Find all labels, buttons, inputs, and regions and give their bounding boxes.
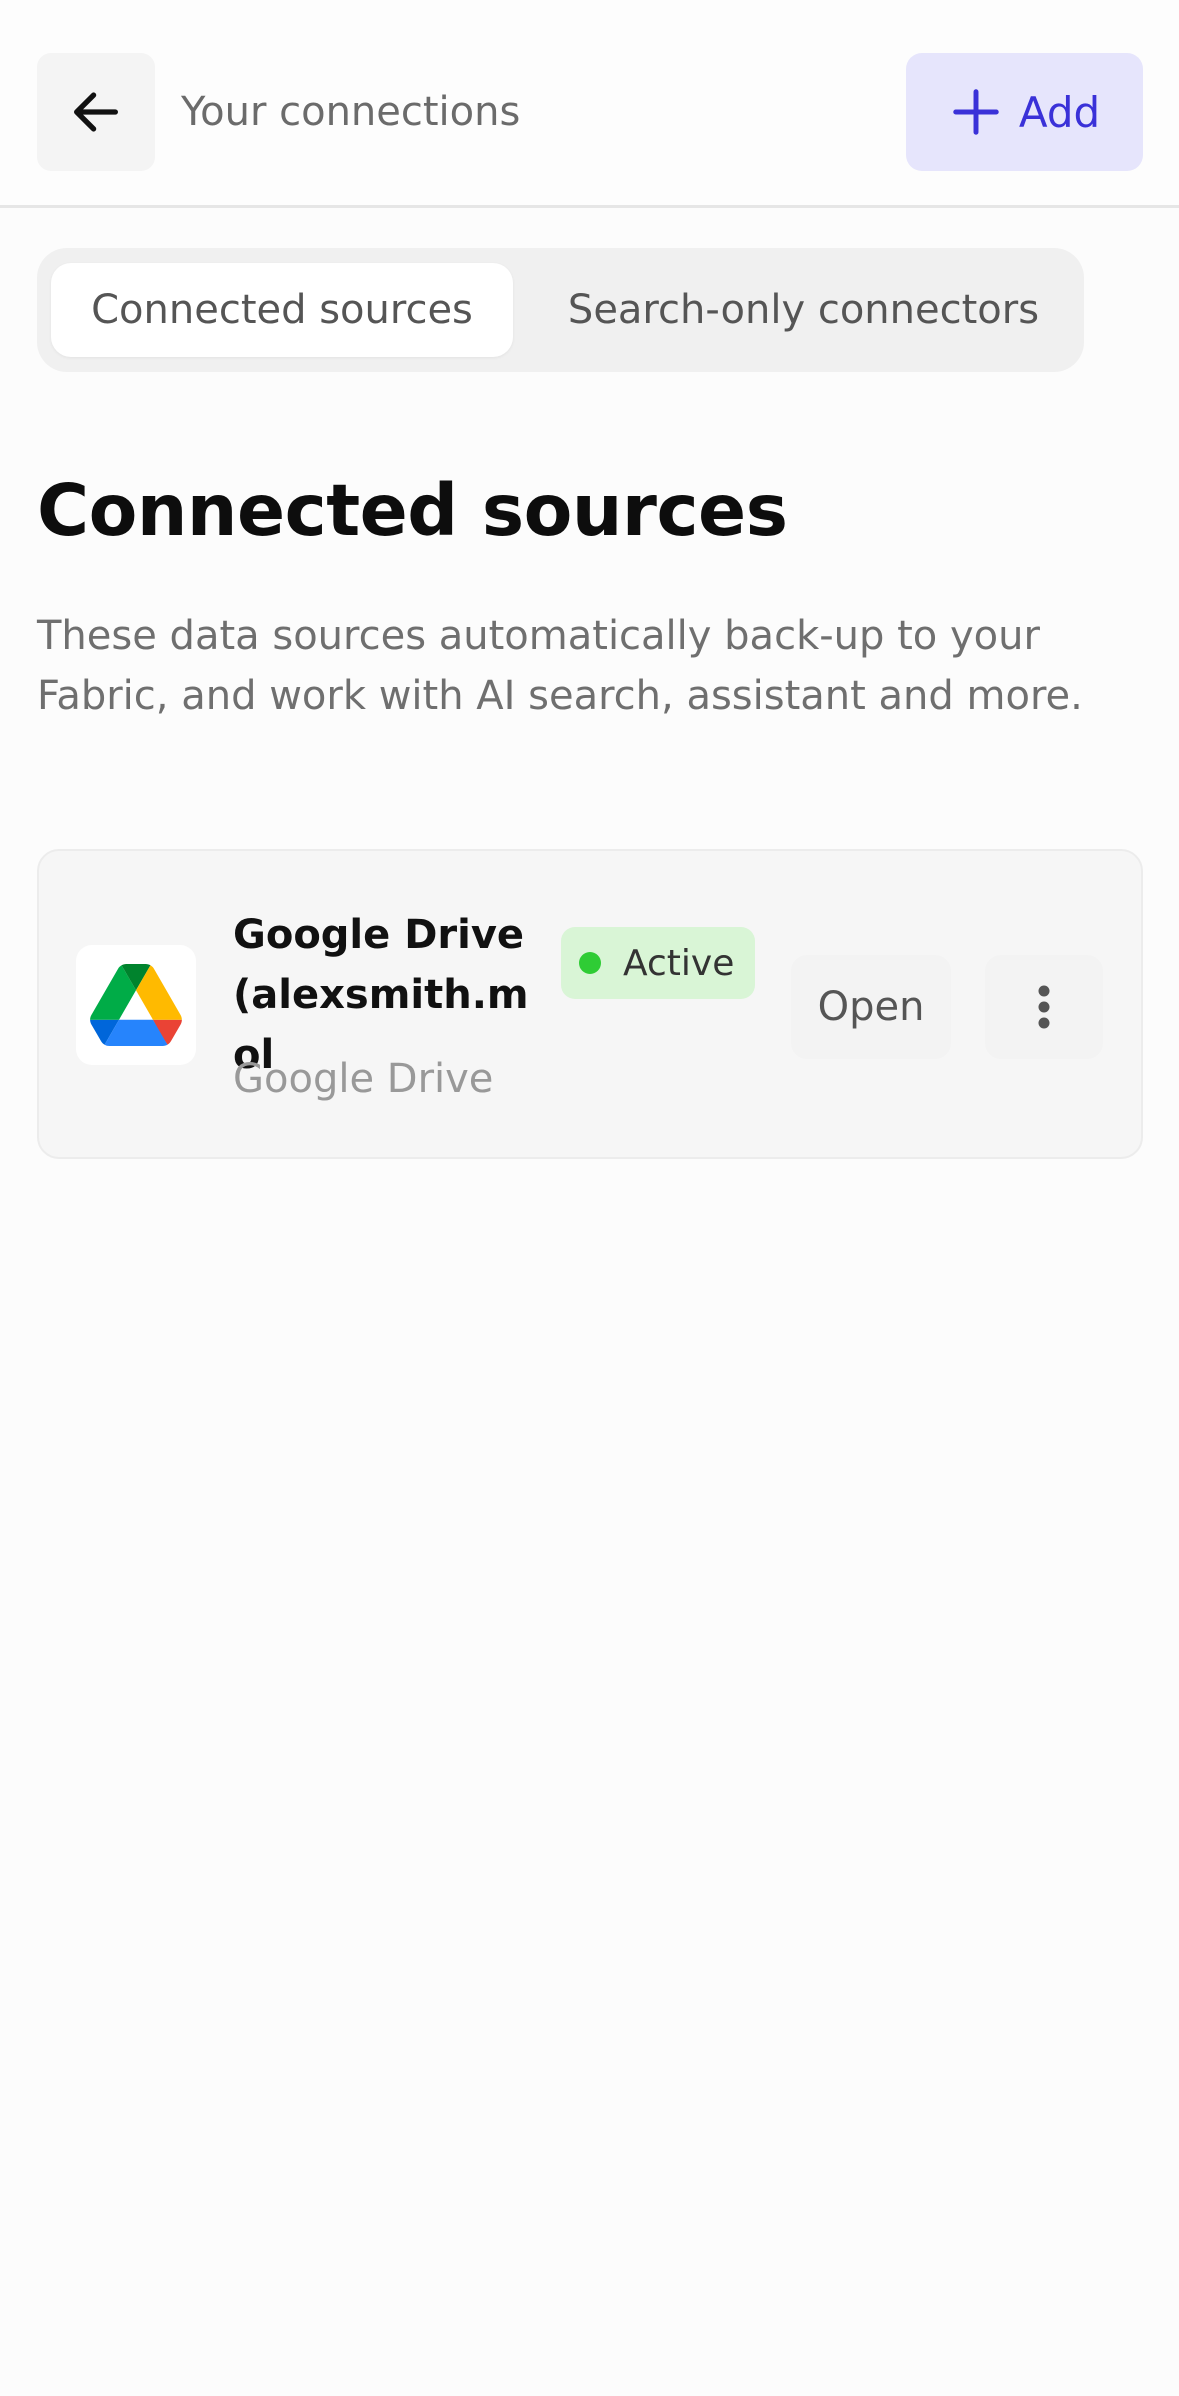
page-header-title: Your connections <box>181 89 521 135</box>
add-connection-button[interactable]: Add <box>906 53 1143 171</box>
google-drive-logo <box>76 945 196 1065</box>
page-title: Connected sources <box>37 469 788 552</box>
add-button-label: Add <box>1018 87 1101 137</box>
google-drive-icon <box>90 964 182 1046</box>
status-badge: Active <box>561 927 755 999</box>
source-type-tabs: Connected sources Search-only connectors <box>37 248 1084 372</box>
top-bar: Your connections Add <box>0 0 1179 208</box>
status-label: Active <box>623 942 735 984</box>
source-card[interactable]: Google Drive (alexsmith.mol Google Drive… <box>37 849 1143 1159</box>
more-vertical-icon <box>1038 985 1050 1029</box>
more-options-button[interactable] <box>985 955 1103 1059</box>
source-type-label: Google Drive <box>233 1056 494 1102</box>
tab-search-only-connectors[interactable]: Search-only connectors <box>535 263 1072 357</box>
open-source-button[interactable]: Open <box>791 955 951 1059</box>
section-description: These data sources automatically back-up… <box>37 613 1083 719</box>
arrow-left-icon <box>74 92 118 132</box>
status-dot-icon <box>579 952 601 974</box>
plus-icon <box>953 89 999 135</box>
back-button[interactable] <box>37 53 155 171</box>
tab-connected-sources[interactable]: Connected sources <box>51 263 513 357</box>
